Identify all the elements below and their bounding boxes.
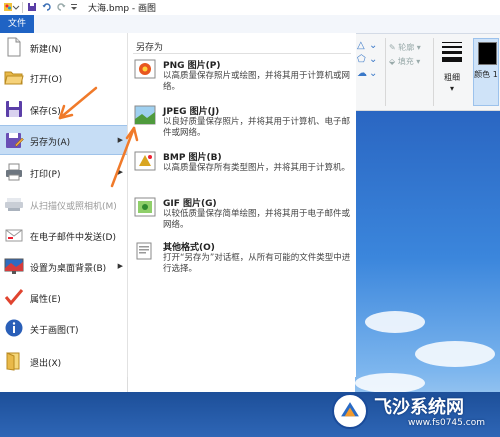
- file-menu: 新建(N) 打开(O) 保存(S) 另存为(A) ▶ 打印(P) ▶ 从扫描仪或…: [0, 33, 128, 392]
- chevron-down-icon[interactable]: [12, 2, 20, 12]
- divider: [22, 2, 23, 13]
- save-as-jpeg[interactable]: JPEG 图片(J) 以良好质量保存照片，并将其用于计算机、电子邮件或网络。: [132, 103, 354, 149]
- menu-item-label: 从扫描仪或照相机(M): [30, 202, 117, 212]
- menu-item-label: 新建(N): [30, 45, 62, 55]
- submenu-header: 另存为: [136, 43, 164, 53]
- menu-item-from-scanner: 从扫描仪或照相机(M): [0, 190, 127, 220]
- shapes-gallery[interactable]: △ ⌄ ⬠ ⌄ ☁ ⌄: [357, 40, 385, 82]
- ribbon-tab-row: 文件: [0, 15, 500, 34]
- menu-item-new[interactable]: 新建(N): [0, 33, 127, 63]
- fill-label: 填充: [397, 57, 414, 66]
- undo-icon[interactable]: [42, 2, 52, 12]
- outline-label: 轮廓: [398, 43, 415, 52]
- divider: [385, 38, 386, 106]
- menu-item-label: 属性(E): [30, 295, 61, 305]
- thickness-button[interactable]: 粗细 ▾: [437, 38, 467, 106]
- submenu-arrow-icon: ▶: [117, 136, 123, 144]
- menu-item-label: 另存为(A): [30, 138, 71, 148]
- thickness-label: 粗细 ▾: [444, 73, 460, 93]
- menu-item-label: 在电子邮件中发送(D): [30, 233, 116, 243]
- save-as-png[interactable]: PNG 图片(P) 以高质量保存照片或绘图，并将其用于计算机或网络。: [132, 57, 354, 103]
- save-as-icon: [6, 133, 24, 148]
- watermark-url: www.fs0745.com: [408, 418, 485, 428]
- ribbon-panel: △ ⌄ ⬠ ⌄ ☁ ⌄ ✎ 轮廓 ▾ ⬙ 填充 ▾ 粗细 ▾ 颜色 1: [355, 34, 500, 111]
- chevron-down-icon[interactable]: ⌄: [369, 40, 377, 51]
- png-image-icon: [134, 59, 156, 79]
- bmp-image-icon: [134, 151, 156, 171]
- save-icon[interactable]: [27, 2, 37, 12]
- option-description: 以高质量保存照片或绘图，并将其用于计算机或网络。: [163, 71, 351, 92]
- menu-item-save-as[interactable]: 另存为(A) ▶: [0, 125, 127, 155]
- menu-item-about-paint[interactable]: 关于画图(T): [0, 314, 127, 344]
- tab-file[interactable]: 文件: [0, 15, 34, 33]
- exit-icon: [6, 352, 20, 371]
- new-file-icon: [7, 37, 21, 57]
- menu-item-label: 保存(S): [30, 107, 61, 117]
- redo-icon[interactable]: [56, 2, 66, 12]
- watermark-logo: [332, 393, 368, 429]
- menu-item-print[interactable]: 打印(P) ▶: [0, 158, 127, 188]
- save-as-submenu: 另存为 PNG 图片(P) 以高质量保存照片或绘图，并将其用于计算机或网络。 J…: [127, 33, 356, 377]
- cloud: [415, 341, 495, 367]
- option-title: JPEG 图片(J): [163, 107, 220, 117]
- submenu-arrow-icon: ▶: [117, 262, 123, 270]
- submenu-arrow-icon: ▶: [117, 168, 123, 176]
- desktop-background-icon: [4, 258, 24, 274]
- window-title: 大海.bmp - 画图: [88, 4, 157, 14]
- divider: [433, 38, 434, 106]
- jpeg-image-icon: [134, 105, 156, 125]
- option-description: 以良好质量保存照片，并将其用于计算机、电子邮件或网络。: [163, 117, 351, 138]
- color1-label: 颜色 1: [474, 70, 498, 79]
- info-icon: [5, 319, 23, 337]
- menu-item-label: 退出(X): [30, 359, 62, 369]
- menu-item-open[interactable]: 打开(O): [0, 63, 127, 93]
- option-description: 打开“另存为”对话框，从所有可能的文件类型中进行选择。: [163, 253, 351, 274]
- save-disk-icon: [6, 101, 22, 117]
- color1-button[interactable]: 颜色 1: [473, 38, 499, 106]
- save-as-gif[interactable]: GIF 图片(G) 以较低质量保存简单绘图，并将其用于电子邮件或网络。: [132, 195, 354, 241]
- open-folder-icon: [4, 71, 24, 85]
- option-title: BMP 图片(B): [163, 153, 222, 163]
- customize-toolbar-icon[interactable]: [70, 2, 78, 12]
- more-shapes-icon[interactable]: ⌄: [369, 68, 377, 79]
- callout-shape-icon[interactable]: ☁: [357, 68, 367, 79]
- properties-check-icon: [4, 289, 24, 306]
- menu-item-label: 设置为桌面背景(B): [30, 264, 107, 274]
- option-title: GIF 图片(G): [163, 199, 217, 209]
- watermark-name: 飞沙系统网: [374, 397, 464, 418]
- email-icon: [5, 229, 23, 242]
- menu-item-save[interactable]: 保存(S): [0, 95, 127, 125]
- menu-item-label: 打印(P): [30, 170, 61, 180]
- menu-item-exit[interactable]: 退出(X): [0, 347, 127, 377]
- save-as-other-formats[interactable]: 其他格式(O) 打开“另存为”对话框，从所有可能的文件类型中进行选择。: [132, 239, 354, 285]
- cloud: [365, 311, 425, 333]
- title-bar: 大海.bmp - 画图: [0, 0, 500, 15]
- option-description: 以较低质量保存简单绘图，并将其用于电子邮件或网络。: [163, 209, 351, 230]
- gif-image-icon: [134, 197, 156, 217]
- menu-item-label: 打开(O): [30, 75, 63, 85]
- other-formats-icon: [136, 242, 152, 260]
- option-title: 其他格式(O): [163, 243, 215, 253]
- triangle-shape-icon[interactable]: △: [357, 40, 365, 51]
- thickness-lines-icon: [442, 42, 462, 65]
- menu-item-set-desktop-background[interactable]: 设置为桌面背景(B) ▶: [0, 252, 127, 282]
- option-title: PNG 图片(P): [163, 61, 221, 71]
- menu-item-properties[interactable]: 属性(E): [0, 283, 127, 313]
- watermark: 飞沙系统网 www.fs0745.com: [330, 390, 500, 437]
- fill-button[interactable]: ⬙ 填充 ▾: [389, 56, 420, 67]
- menu-item-send-email[interactable]: 在电子邮件中发送(D): [0, 221, 127, 251]
- chevron-down-icon[interactable]: ⌄: [369, 54, 377, 65]
- scanner-icon: [5, 198, 23, 211]
- option-description: 以高质量保存所有类型图片，并将其用于计算机。: [163, 163, 351, 173]
- drawing-canvas[interactable]: [355, 111, 500, 437]
- color1-swatch: [478, 42, 497, 65]
- save-as-bmp[interactable]: BMP 图片(B) 以高质量保存所有类型图片，并将其用于计算机。: [132, 149, 354, 195]
- printer-icon: [6, 163, 22, 181]
- menu-item-label: 关于画图(T): [30, 326, 79, 336]
- divider: [133, 53, 351, 54]
- pentagon-shape-icon[interactable]: ⬠: [357, 54, 366, 65]
- outline-button[interactable]: ✎ 轮廓 ▾: [389, 42, 421, 53]
